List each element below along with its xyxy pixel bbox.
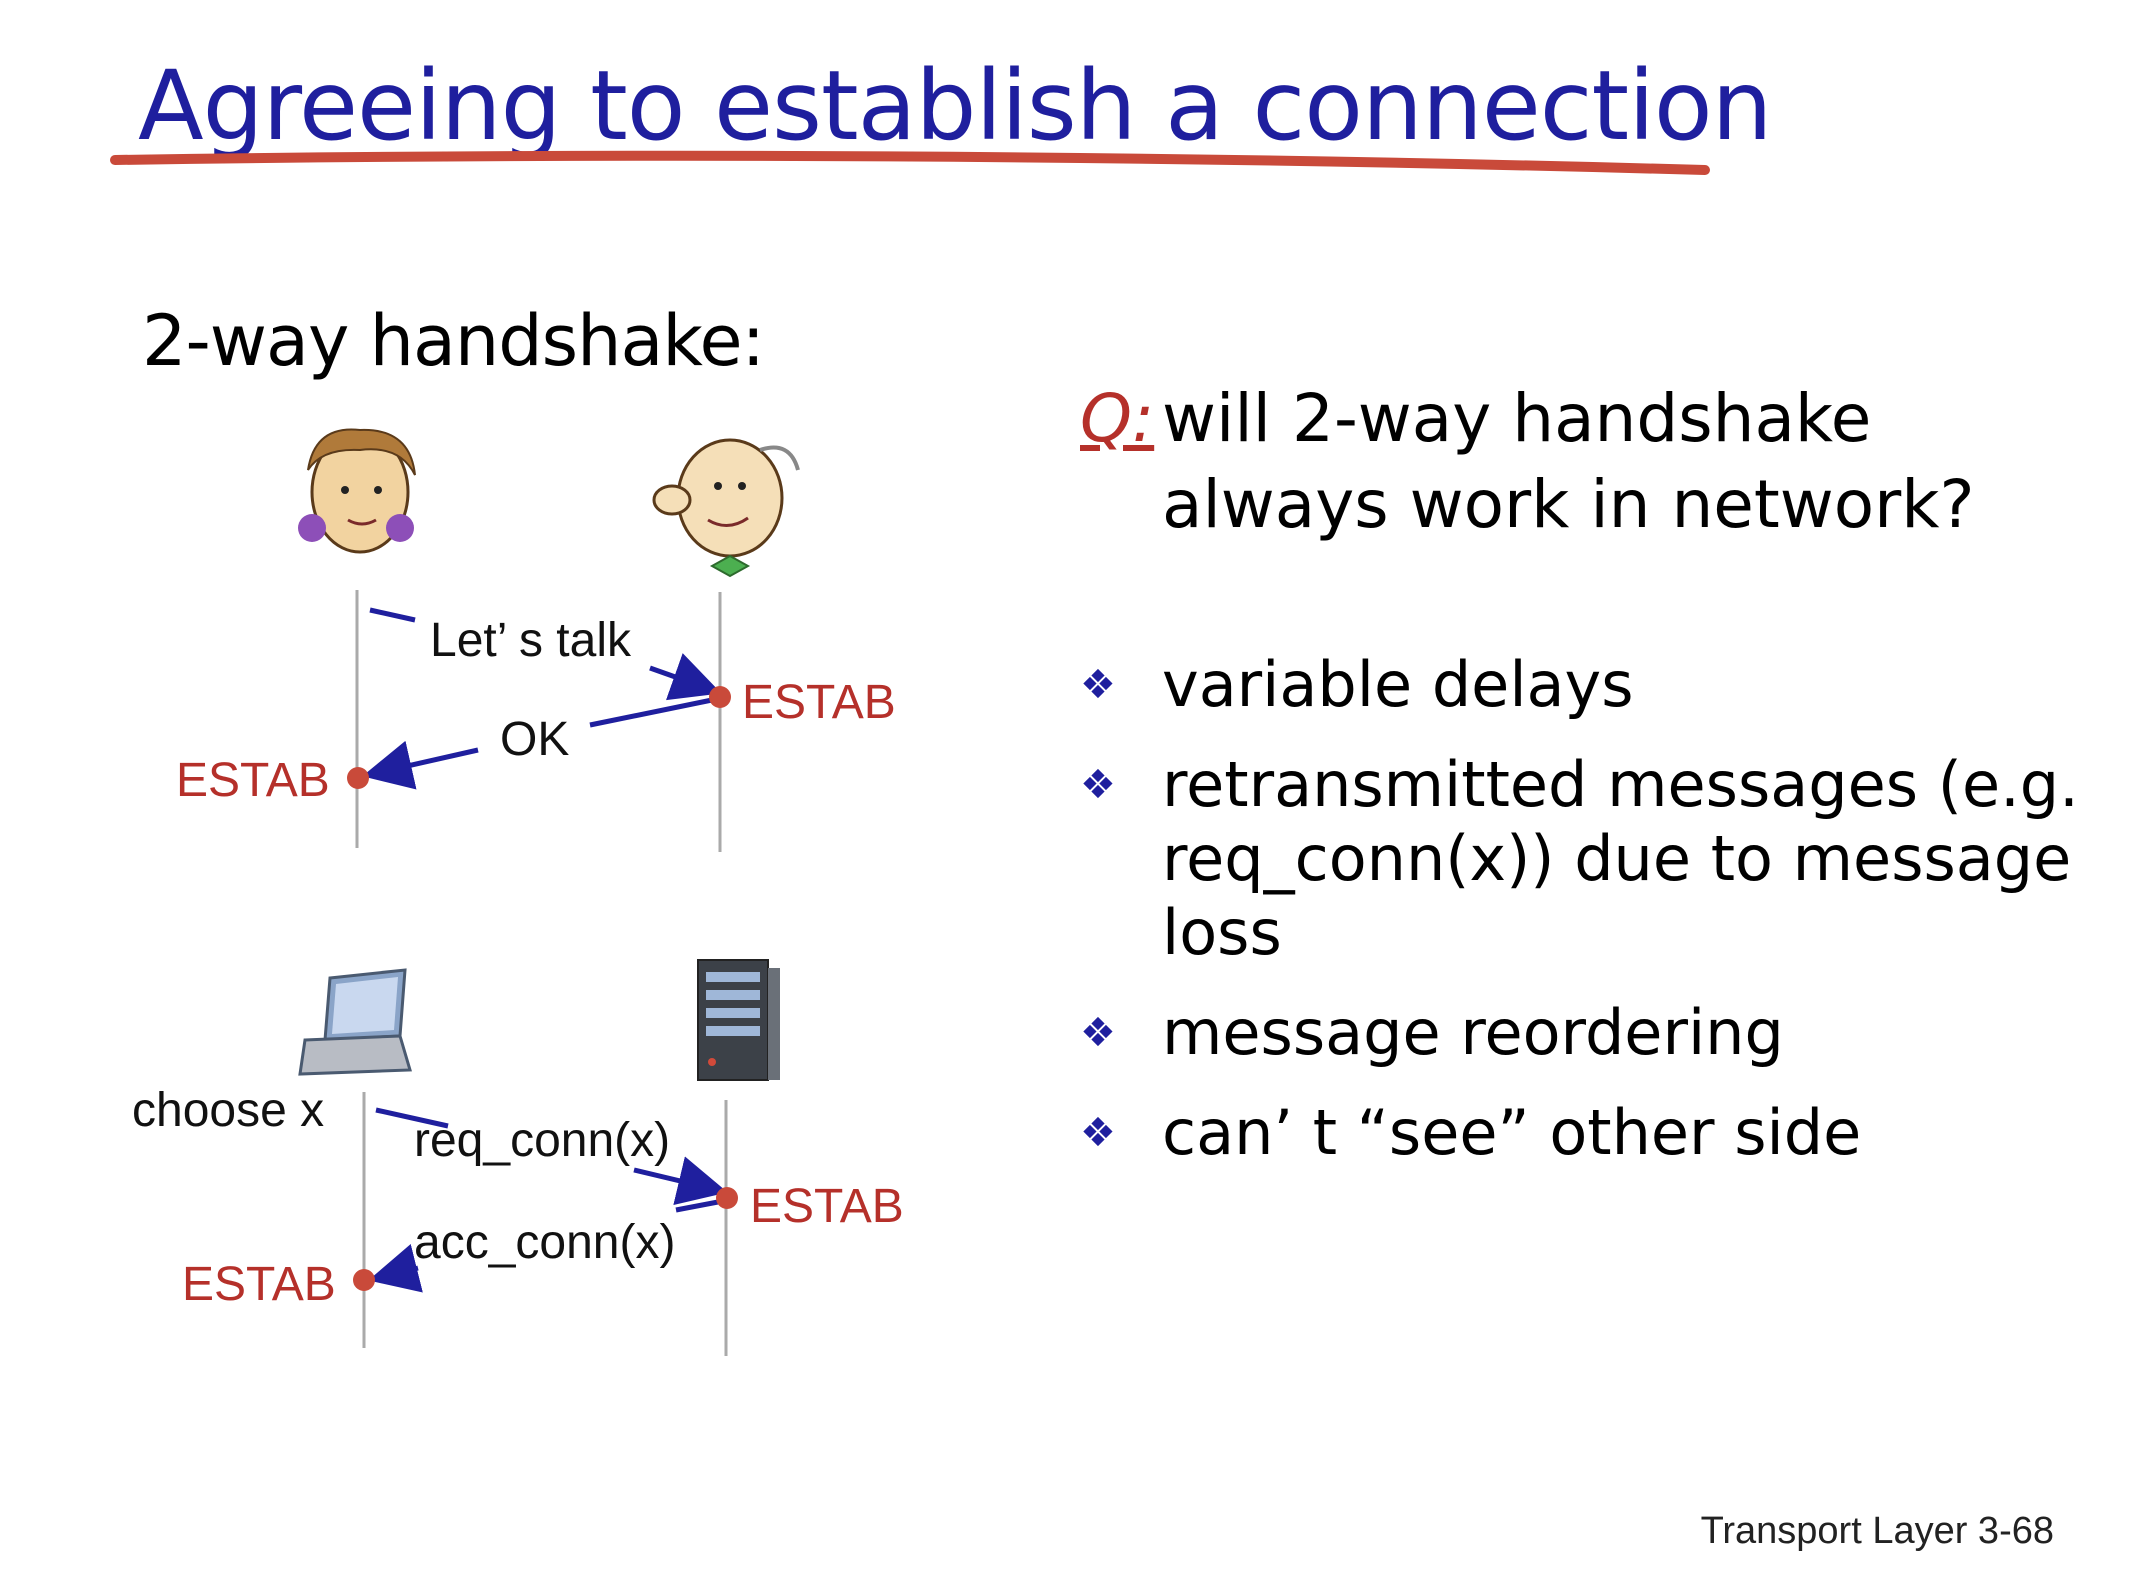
slide: Agreeing to establish a connection 2-way… — [0, 0, 2142, 1582]
diamond-bullet-icon: ❖ — [1080, 662, 1116, 708]
estab-label-server: ESTAB — [750, 1180, 904, 1233]
alice-icon — [298, 428, 416, 554]
bullet-text: variable delays — [1162, 648, 1634, 721]
diamond-bullet-icon: ❖ — [1080, 762, 1116, 808]
diamond-bullet-icon: ❖ — [1080, 1110, 1116, 1156]
list-item: ❖ message reordering — [1080, 996, 2120, 1070]
list-item: ❖ retransmitted messages (e.g. req_conn(… — [1080, 748, 2120, 970]
choose-x-label: choose x — [132, 1084, 324, 1137]
diamond-bullet-icon: ❖ — [1080, 1010, 1116, 1056]
estab-label-alice: ESTAB — [176, 754, 330, 807]
list-item: ❖ can’ t “see” other side — [1080, 1096, 2120, 1170]
bullet-text: can’ t “see” other side — [1162, 1096, 1862, 1169]
bullet-text: message reordering — [1162, 996, 1784, 1069]
bob-icon — [652, 438, 800, 578]
msg-lets-talk: Let’ s talk — [430, 614, 632, 667]
server-icon — [697, 959, 780, 1081]
estab-dot-left — [347, 767, 369, 789]
msg-req-conn: req_conn(x) — [414, 1114, 670, 1167]
slide-footer: Transport Layer 3-68 — [1700, 1510, 2054, 1552]
bullet-list: ❖ variable delays ❖ retransmitted messag… — [1080, 648, 2120, 1196]
msg-acc-conn: acc_conn(x) — [414, 1216, 675, 1269]
estab-dot-right — [709, 686, 731, 708]
question-text: will 2-way handshake always work in netw… — [1162, 380, 1975, 543]
bullet-text: retransmitted messages (e.g. req_conn(x)… — [1162, 748, 2079, 969]
msg-ok: OK — [500, 713, 569, 766]
laptop-icon — [298, 968, 412, 1076]
estab-label-bob: ESTAB — [742, 676, 896, 729]
list-item: ❖ variable delays — [1080, 648, 2120, 722]
question-label: Q: — [1080, 380, 1155, 457]
handshake-diagram: Let’ s talk OK ESTAB ESTAB choose x req_… — [132, 428, 904, 1356]
estab-dot-server — [716, 1187, 738, 1209]
estab-label-client: ESTAB — [182, 1258, 336, 1311]
question-block: Q: will 2-way handshake always work in n… — [1080, 376, 2080, 548]
estab-dot-client — [353, 1269, 375, 1291]
